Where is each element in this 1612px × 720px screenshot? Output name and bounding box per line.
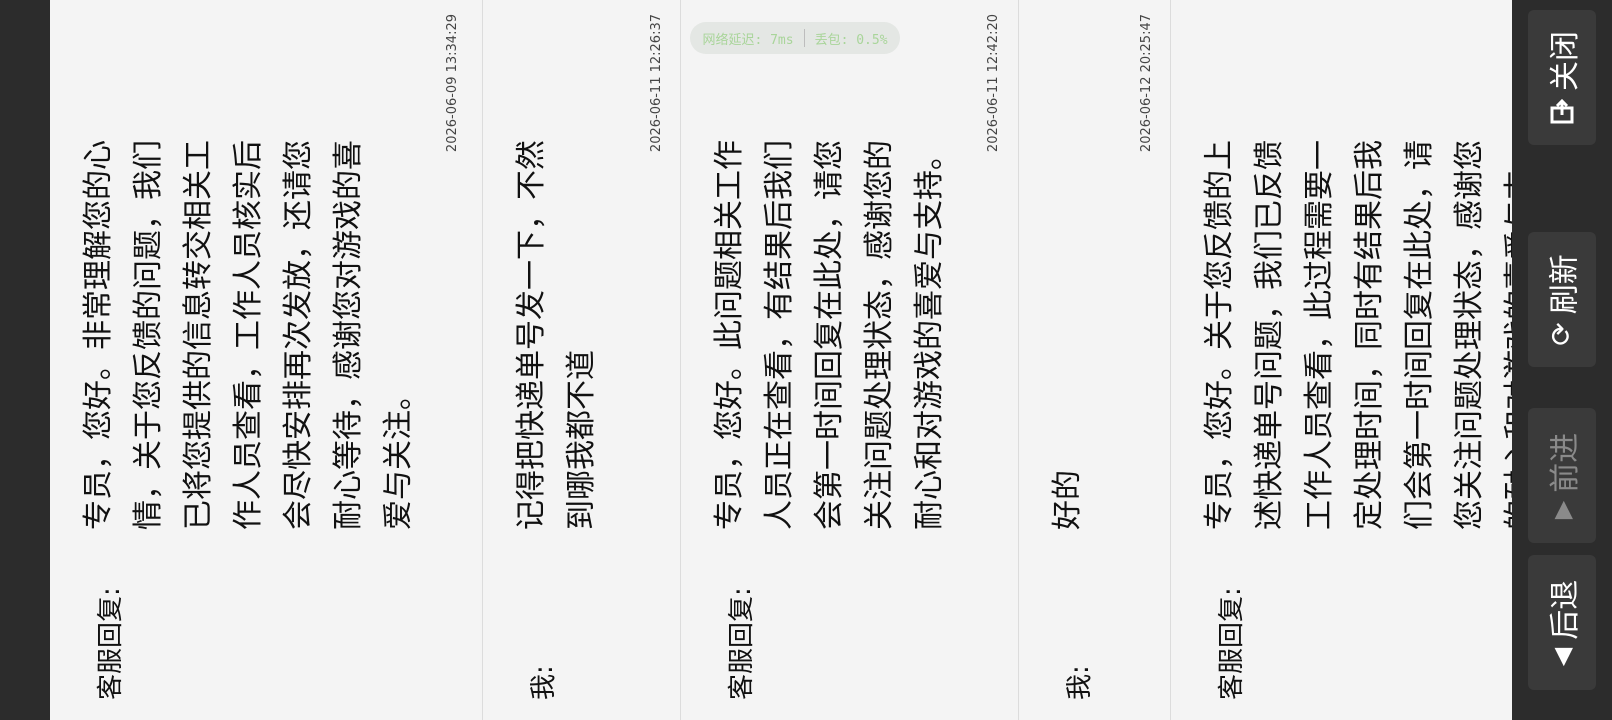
message-text: 好的	[1050, 470, 1085, 530]
message-time: 2026-06-11 12:42:20	[986, 14, 1001, 153]
play-right-icon: ▶	[1548, 500, 1576, 519]
refresh-button[interactable]: ⟳ 刷新	[1528, 232, 1596, 367]
message-time: 2026-06-12 20:25:47	[1139, 14, 1154, 153]
message-sender: 客服回复:	[96, 587, 126, 700]
close-label: 关闭	[1548, 30, 1583, 91]
forward-label: 前进	[1548, 432, 1583, 493]
message-item: 客服回复: 专员，您好。此问题相关工作人员正在查看，有结果后我们会第一时间回复在…	[681, 0, 1019, 720]
message-item: 客服回复: 专员，您好。非常理解您的心情，关于您反馈的问题，我们已将您提供的信息…	[50, 0, 483, 720]
forward-button[interactable]: ▶ 前进	[1528, 408, 1596, 543]
message-text: 专员，您好。关于您反馈的上述快递单号问题，我们已反馈工作人员查看，此过程需要一定…	[1202, 140, 1512, 530]
close-button[interactable]: 关闭	[1528, 10, 1596, 145]
network-status-badge: 网络延迟: 7ms 丢包: 0.5%	[690, 22, 900, 54]
play-left-icon: ◀	[1548, 647, 1576, 666]
message-time: 2026-06-09 13:34:29	[445, 14, 460, 153]
message-sender: 客服回复:	[1217, 587, 1247, 700]
back-label: 后退	[1548, 579, 1583, 640]
message-list: 客服回复: 专员，您好。非常理解您的心情，关于您反馈的问题，我们已将您提供的信息…	[50, 0, 1512, 720]
message-text: 记得把快递单号发一下，不然到哪我都不道	[514, 140, 599, 530]
message-sender: 我:	[529, 665, 559, 700]
message-item: 我: 好的 2026-06-12 20:25:47	[1019, 0, 1171, 720]
message-item: 客服回复: 专员，您好。关于您反馈的上述快递单号问题，我们已反馈工作人员查看，此…	[1171, 0, 1512, 720]
refresh-icon: ⟳	[1545, 321, 1578, 346]
side-toolbar: 关闭 ⟳ 刷新 ▶ 前进 ◀ 后退	[1512, 0, 1612, 720]
message-item: 我: 记得把快递单号发一下，不然到哪我都不道 2026-06-11 12:26:…	[483, 0, 681, 720]
back-button[interactable]: ◀ 后退	[1528, 555, 1596, 690]
status-divider	[803, 29, 805, 47]
message-sender: 我:	[1065, 665, 1095, 700]
latency-text: 网络延迟: 7ms	[702, 32, 794, 48]
message-text: 专员，您好。此问题相关工作人员正在查看，有结果后我们会第一时间回复在此处，请您关…	[712, 140, 947, 530]
message-sender: 客服回复:	[727, 587, 757, 700]
app-root: 客服回复: 专员，您好。非常理解您的心情，关于您反馈的问题，我们已将您提供的信息…	[0, 0, 1612, 720]
message-text: 专员，您好。非常理解您的心情，关于您反馈的问题，我们已将您提供的信息转交相关工作…	[81, 140, 416, 530]
exit-icon	[1550, 98, 1574, 123]
refresh-label: 刷新	[1548, 253, 1583, 314]
message-viewport[interactable]: 客服回复: 专员，您好。非常理解您的心情，关于您反馈的问题，我们已将您提供的信息…	[50, 0, 1512, 720]
packet-loss-text: 丢包: 0.5%	[814, 32, 888, 48]
message-time: 2026-06-11 12:26:37	[649, 14, 664, 153]
